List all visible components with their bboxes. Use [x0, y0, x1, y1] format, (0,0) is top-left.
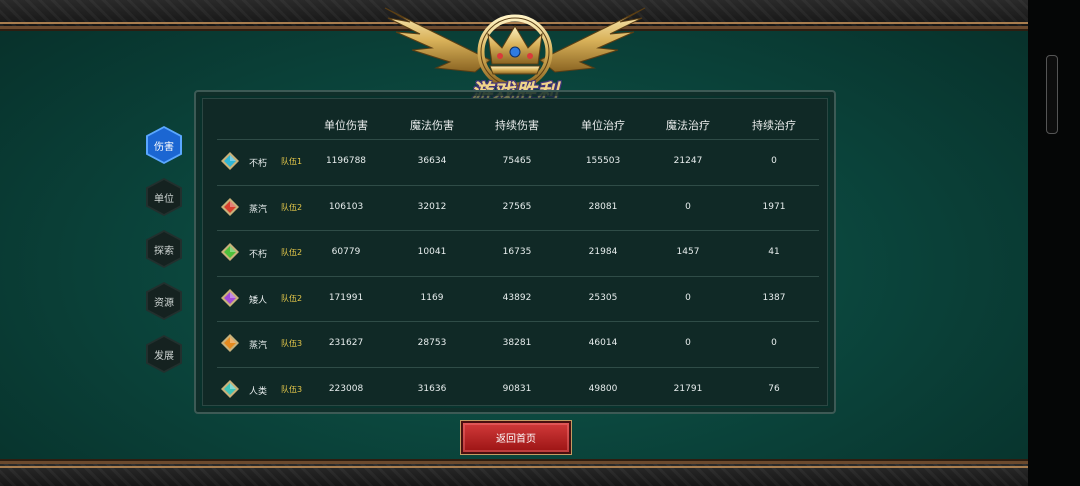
table-row: 不朽 队伍2 60779 10041 16735 21984 1457 41 [217, 230, 819, 276]
team-label: 队伍2 [281, 202, 303, 212]
cell-magic-heal: 0 [685, 338, 691, 349]
cell-hot-heal: 0 [771, 338, 777, 349]
race-name: 蒸汽 [249, 204, 268, 215]
cell-hot-heal: 0 [771, 156, 777, 166]
scroll-indicator[interactable] [1046, 55, 1058, 134]
race-name: 不朽 [249, 250, 268, 261]
game-screen: 游戏胜利 伤害 单位 探索 资源 发展 单位伤害 魔法伤害 持续伤害 单位治疗 … [0, 0, 1028, 486]
cell-hot-heal: 1387 [762, 292, 786, 303]
cell-hot-heal: 41 [768, 247, 780, 258]
race-gem-icon [221, 197, 239, 216]
cell-magic-damage: 1169 [420, 292, 444, 303]
cell-magic-damage: 36634 [417, 156, 447, 166]
team-label: 队伍3 [281, 385, 303, 394]
cell-unit-damage: 223008 [328, 384, 364, 394]
return-home-button[interactable]: 返回首页 [460, 420, 572, 455]
cell-magic-heal: 1457 [676, 247, 700, 258]
race-name: 蒸汽 [249, 341, 268, 352]
cell-unit-damage: 106103 [328, 201, 364, 212]
cell-unit-heal: 49800 [588, 384, 618, 394]
cell-unit-damage: 1196788 [325, 156, 367, 166]
team-label: 队伍1 [281, 157, 303, 166]
stats-table: 单位伤害 魔法伤害 持续伤害 单位治疗 魔法治疗 持续治疗 不朽 队伍1 11967… [202, 98, 828, 406]
team-label: 队伍3 [281, 339, 303, 349]
cell-magic-damage: 31636 [417, 384, 447, 394]
race-gem-icon [221, 334, 239, 353]
race-gem-icon [221, 380, 239, 398]
header-unit-heal: 单位治疗 [581, 119, 625, 132]
cell-magic-heal: 0 [685, 201, 691, 212]
header-hot-heal: 持续治疗 [752, 119, 796, 132]
cell-magic-damage: 32012 [417, 201, 447, 212]
cell-dot-damage: 38281 [502, 338, 532, 349]
race-gem-icon [221, 243, 239, 262]
table-row: 蒸汽 队伍2 106103 32012 27565 28081 0 1971 [217, 184, 819, 231]
cell-dot-damage: 27565 [502, 201, 532, 212]
race-name: 人类 [249, 387, 268, 397]
race-name: 不朽 [249, 159, 268, 169]
tab-damage[interactable]: 伤害 [146, 126, 182, 164]
cell-dot-damage: 16735 [502, 247, 532, 258]
cell-unit-damage: 60779 [331, 247, 361, 258]
header-magic-heal: 魔法治疗 [666, 119, 710, 132]
cell-unit-heal: 46014 [588, 338, 618, 349]
table-row: 蒸汽 队伍3 231627 28753 38281 46014 0 0 [217, 321, 819, 367]
cell-magic-damage: 28753 [417, 338, 447, 349]
cell-hot-heal: 76 [768, 384, 780, 394]
cell-dot-damage: 43892 [502, 292, 532, 303]
bottom-border [0, 461, 1028, 486]
cell-magic-heal: 0 [685, 292, 691, 303]
tab-units[interactable]: 单位 [146, 178, 182, 216]
table-row: 矮人 队伍2 171991 1169 43892 25305 0 1387 [217, 275, 819, 322]
stats-panel: 单位伤害 魔法伤害 持续伤害 单位治疗 魔法治疗 持续治疗 不朽 队伍1 11967… [194, 90, 836, 414]
tab-development[interactable]: 发展 [146, 335, 182, 373]
cell-magic-heal: 21247 [673, 156, 703, 166]
cell-unit-damage: 171991 [328, 292, 364, 303]
team-label: 队伍2 [281, 293, 303, 303]
cell-dot-damage: 75465 [502, 156, 532, 166]
race-gem-icon [221, 288, 239, 307]
tab-explore[interactable]: 探索 [146, 230, 182, 268]
cell-unit-damage: 231627 [328, 338, 364, 349]
cell-unit-heal: 155503 [585, 156, 621, 166]
race-name: 矮人 [249, 295, 268, 306]
table-row: 人类 队伍3 223008 31636 90831 49800 21791 76 [217, 367, 819, 413]
race-gem-icon [221, 152, 239, 170]
cell-hot-heal: 1971 [762, 201, 786, 212]
team-label: 队伍2 [281, 248, 303, 258]
cell-unit-heal: 28081 [588, 201, 618, 212]
tab-resources[interactable]: 资源 [146, 282, 182, 320]
cell-unit-heal: 25305 [588, 292, 618, 303]
table-row: 不朽 队伍1 1196788 36634 75465 155503 21247 0 [217, 139, 819, 185]
cell-magic-damage: 10041 [417, 247, 447, 258]
header-dot-damage: 持续伤害 [495, 119, 539, 132]
cell-unit-heal: 21984 [588, 247, 618, 258]
cell-dot-damage: 90831 [502, 384, 532, 394]
header-unit-damage: 单位伤害 [324, 119, 368, 132]
cell-magic-heal: 21791 [673, 384, 703, 394]
header-magic-damage: 魔法伤害 [410, 119, 454, 132]
